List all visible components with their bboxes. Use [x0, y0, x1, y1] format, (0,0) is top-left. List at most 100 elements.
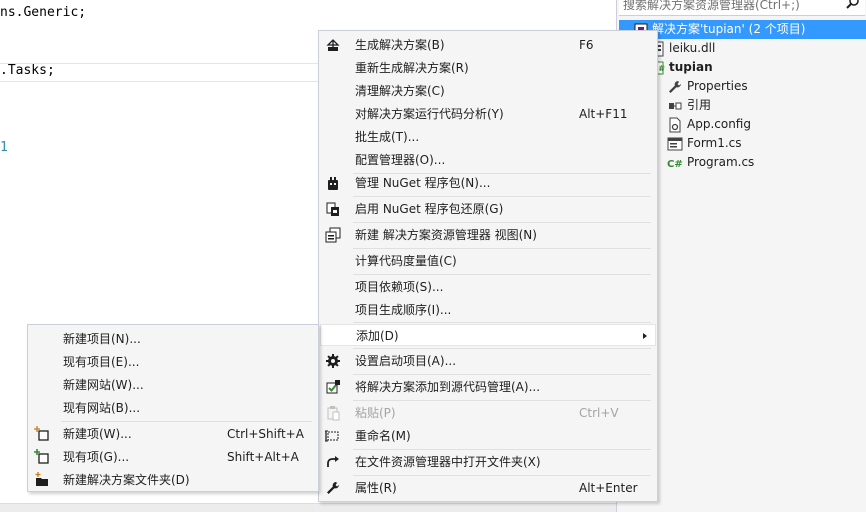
menu-run-code-analysis[interactable]: 对解决方案运行代码分析(Y) Alt+F11	[320, 103, 656, 125]
wrench-icon	[327, 482, 339, 494]
menu-separator	[353, 400, 651, 401]
menu-item-label: 现有网站(B)...	[63, 401, 141, 415]
menu-add-to-source-control[interactable]: 将解决方案添加到源代码管理(A)...	[320, 376, 656, 398]
menu-separator	[353, 449, 651, 450]
code-line: .Tasks;	[0, 63, 55, 78]
submenu-existing-website[interactable]: 现有网站(B)...	[29, 397, 317, 419]
tree-item-label: Properties	[687, 79, 748, 93]
submenu-arrow-icon	[643, 333, 647, 339]
menu-item-label: 清理解决方案(C)	[355, 84, 445, 98]
menu-item-label: 新建网站(W)...	[63, 378, 144, 392]
menu-item-label: 现有项目(E)...	[63, 355, 140, 369]
search-placeholder: 搜索解决方案资源管理器(Ctrl+;)	[623, 0, 800, 12]
search-input[interactable]: 搜索解决方案资源管理器(Ctrl+;)	[619, 0, 865, 16]
menu-build-solution[interactable]: 生成解决方案(B) F6	[320, 34, 656, 56]
new-folder-icon	[35, 472, 48, 486]
menu-separator	[353, 374, 651, 375]
menu-item-label: 新建项(W)...	[63, 427, 132, 441]
menu-set-startup-projects[interactable]: 设置启动项目(A)...	[320, 350, 656, 372]
menu-item-label: 新建项目(N)...	[63, 332, 141, 346]
menu-rebuild-solution[interactable]: 重新生成解决方案(R)	[320, 57, 656, 79]
menu-item-shortcut: Alt+F11	[579, 107, 628, 121]
menu-separator	[353, 248, 651, 249]
menu-item-label: 属性(R)	[355, 481, 397, 495]
solution-context-menu: 生成解决方案(B) F6 重新生成解决方案(R) 清理解决方案(C) 对解决方案…	[318, 30, 658, 502]
line-separator	[0, 81, 320, 82]
source-control-icon	[326, 380, 340, 394]
menu-paste[interactable]: 粘贴(P) Ctrl+V	[320, 402, 656, 424]
menu-separator	[353, 348, 651, 349]
menu-rename[interactable]: 重命名(M)	[320, 425, 656, 447]
submenu-existing-project[interactable]: 现有项目(E)...	[29, 351, 317, 373]
gear-icon	[326, 354, 340, 368]
menu-item-label: 粘贴(P)	[355, 406, 396, 420]
menu-project-build-order[interactable]: 项目生成顺序(I)...	[320, 299, 656, 321]
csharp-file-icon: C#	[667, 159, 683, 170]
menu-batch-build[interactable]: 批生成(T)...	[320, 126, 656, 148]
nuget-restore-icon	[326, 202, 339, 216]
svg-text:C#: C#	[667, 159, 683, 170]
menu-separator	[353, 274, 651, 275]
code-line: ns.Generic;	[0, 5, 87, 20]
submenu-new-website[interactable]: 新建网站(W)...	[29, 374, 317, 396]
menu-open-in-file-explorer[interactable]: 在文件资源管理器中打开文件夹(X)	[320, 451, 656, 473]
menu-properties[interactable]: 属性(R) Alt+Enter	[320, 477, 656, 499]
tree-item-label: Program.cs	[687, 155, 755, 169]
menu-item-label: 项目生成顺序(I)...	[355, 303, 452, 317]
menu-item-shortcut: F6	[579, 38, 594, 52]
tree-item-label: leiku.dll	[669, 41, 716, 55]
menu-item-label: 添加(D)	[356, 329, 399, 343]
menu-clean-solution[interactable]: 清理解决方案(C)	[320, 80, 656, 102]
menu-calculate-code-metrics[interactable]: 计算代码度量值(C)	[320, 250, 656, 272]
tree-item-label: 引用	[687, 98, 712, 112]
menu-item-label: 管理 NuGet 程序包(N)...	[355, 176, 491, 190]
menu-item-label: 将解决方案添加到源代码管理(A)...	[355, 380, 541, 394]
tree-item-label: App.config	[687, 117, 751, 131]
menu-item-shortcut: Alt+Enter	[579, 481, 638, 495]
menu-add[interactable]: 添加(D)	[320, 324, 656, 346]
menu-separator	[353, 322, 651, 323]
new-item-icon	[34, 426, 49, 441]
menu-separator	[61, 421, 312, 422]
menu-enable-nuget-restore[interactable]: 启用 NuGet 程序包还原(G)	[320, 198, 656, 220]
wrench-icon	[669, 81, 681, 93]
menu-item-label: 新建解决方案文件夹(D)	[63, 473, 190, 487]
menu-item-label: 设置启动项目(A)...	[355, 354, 457, 368]
menu-item-label: 对解决方案运行代码分析(Y)	[355, 107, 504, 121]
menu-item-shortcut: Ctrl+Shift+A	[227, 427, 304, 441]
open-folder-icon	[327, 456, 339, 467]
menu-item-label: 在文件资源管理器中打开文件夹(X)	[355, 455, 541, 469]
tree-item-label: 解决方案'tupian' (2 个项目)	[652, 22, 806, 36]
submenu-new-project[interactable]: 新建项目(N)...	[29, 328, 317, 350]
menu-separator	[353, 222, 651, 223]
menu-item-label: 批生成(T)...	[355, 130, 420, 144]
search-icon[interactable]	[845, 0, 861, 11]
menu-item-shortcut: Ctrl+V	[579, 406, 619, 420]
submenu-new-solution-folder[interactable]: 新建解决方案文件夹(D)	[29, 469, 317, 491]
menu-item-label: 配置管理器(O)...	[355, 153, 446, 167]
tree-item-label: tupian	[669, 60, 713, 74]
menu-item-label: 重新生成解决方案(R)	[355, 61, 469, 75]
new-view-icon	[325, 227, 341, 243]
submenu-existing-item[interactable]: 现有项(G)... Shift+Alt+A	[29, 446, 317, 468]
menu-manage-nuget[interactable]: 管理 NuGet 程序包(N)...	[320, 172, 656, 194]
rename-icon	[325, 430, 339, 442]
menu-item-label: 启用 NuGet 程序包还原(G)	[355, 202, 504, 216]
menu-project-dependencies[interactable]: 项目依赖项(S)...	[320, 276, 656, 298]
add-submenu: 新建项目(N)... 现有项目(E)... 新建网站(W)... 现有网站(B)…	[27, 324, 319, 492]
menu-item-label: 新建 解决方案资源管理器 视图(N)	[355, 228, 537, 242]
menu-configuration-manager[interactable]: 配置管理器(O)...	[320, 149, 656, 171]
line-marker: 1	[0, 140, 8, 155]
menu-item-label: 现有项(G)...	[63, 450, 130, 464]
config-file-icon	[669, 117, 681, 133]
menu-separator	[353, 475, 651, 476]
menu-item-label: 生成解决方案(B)	[355, 38, 445, 52]
build-icon	[326, 39, 340, 51]
horizontal-scrollbar[interactable]	[0, 503, 616, 512]
menu-new-explorer-view[interactable]: 新建 解决方案资源管理器 视图(N)	[320, 224, 656, 246]
references-icon	[669, 102, 682, 110]
form-icon	[667, 137, 683, 151]
existing-item-icon	[34, 449, 49, 464]
menu-item-label: 计算代码度量值(C)	[355, 254, 457, 268]
submenu-new-item[interactable]: 新建项(W)... Ctrl+Shift+A	[29, 423, 317, 445]
